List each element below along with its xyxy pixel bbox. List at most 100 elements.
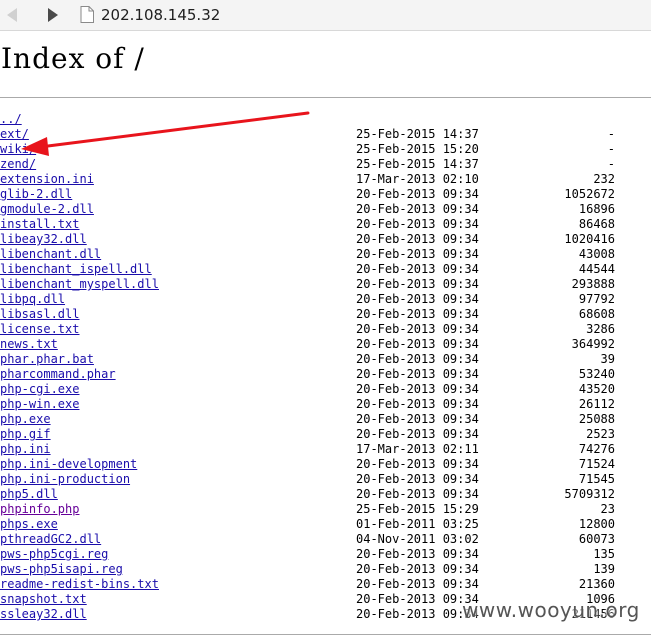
- file-link[interactable]: phps.exe: [0, 517, 58, 532]
- file-size: 97792: [578, 292, 615, 306]
- file-size: -: [607, 127, 615, 141]
- modified-date: 20-Feb-2013 09:34: [356, 352, 479, 366]
- file-link[interactable]: php.exe: [0, 412, 51, 427]
- file-size: 71545: [578, 472, 615, 486]
- page-title: Index of /: [1, 42, 145, 75]
- listing-row: gmodule-2.dll 20-Feb-2013 09:34 16896: [0, 202, 651, 217]
- listing-row: libenchant.dll 20-Feb-2013 09:34 43008: [0, 247, 651, 262]
- listing-row: php.exe 20-Feb-2013 09:34 25088: [0, 412, 651, 427]
- listing-row: license.txt 20-Feb-2013 09:34 3286: [0, 322, 651, 337]
- modified-date: 20-Feb-2013 09:34: [356, 232, 479, 246]
- file-link[interactable]: snapshot.txt: [0, 592, 87, 607]
- parent-directory-link[interactable]: ../: [0, 112, 22, 127]
- modified-date: 20-Feb-2013 09:34: [356, 397, 479, 411]
- file-size: 43520: [578, 382, 615, 396]
- listing-row: readme-redist-bins.txt 20-Feb-2013 09:34 2…: [0, 577, 651, 592]
- modified-date: 20-Feb-2013 09:34: [356, 427, 479, 441]
- file-link[interactable]: php5.dll: [0, 487, 58, 502]
- listing-row: php.ini-production 20-Feb-2013 09:34 71545: [0, 472, 651, 487]
- modified-date: 25-Feb-2015 14:37: [356, 127, 479, 141]
- file-link[interactable]: php.ini-development: [0, 457, 137, 472]
- modified-date: 20-Feb-2013 09:34: [356, 277, 479, 291]
- file-link[interactable]: pharcommand.phar: [0, 367, 116, 382]
- file-link[interactable]: glib-2.dll: [0, 187, 72, 202]
- file-link[interactable]: install.txt: [0, 217, 79, 232]
- page-icon: [80, 6, 94, 23]
- listing-row: libeay32.dll 20-Feb-2013 09:34 1020416: [0, 232, 651, 247]
- file-size: 232: [593, 172, 615, 186]
- file-link[interactable]: news.txt: [0, 337, 58, 352]
- file-size: 2523: [586, 427, 615, 441]
- file-size: 60073: [578, 532, 615, 546]
- listing-row: wiki/25-Feb-2015 15:20 -: [0, 142, 651, 157]
- file-link[interactable]: libeay32.dll: [0, 232, 87, 247]
- modified-date: 20-Feb-2013 09:34: [356, 247, 479, 261]
- file-link[interactable]: license.txt: [0, 322, 79, 337]
- file-link[interactable]: php.ini-production: [0, 472, 130, 487]
- modified-date: 20-Feb-2013 09:34: [356, 607, 479, 621]
- listing-row: libenchant_ispell.dll 20-Feb-2013 09:34 44…: [0, 262, 651, 277]
- back-button[interactable]: [3, 5, 23, 25]
- modified-date: 20-Feb-2013 09:34: [356, 202, 479, 216]
- file-size: 12800: [578, 517, 615, 531]
- file-link[interactable]: ext/: [0, 127, 29, 142]
- listing-row: phpinfo.php 25-Feb-2015 15:29 23: [0, 502, 651, 517]
- file-link[interactable]: php.ini: [0, 442, 51, 457]
- modified-date: 20-Feb-2013 09:34: [356, 337, 479, 351]
- file-link[interactable]: libenchant_ispell.dll: [0, 262, 152, 277]
- modified-date: 20-Feb-2013 09:34: [356, 592, 479, 606]
- file-link[interactable]: libenchant.dll: [0, 247, 101, 262]
- file-link[interactable]: extension.ini: [0, 172, 94, 187]
- file-link[interactable]: ssleay32.dll: [0, 607, 87, 622]
- file-link[interactable]: zend/: [0, 157, 36, 172]
- file-size: 293888: [571, 277, 615, 291]
- listing-row-parent: ../: [0, 112, 651, 127]
- listing-row: php.ini-development 20-Feb-2013 09:34 7152…: [0, 457, 651, 472]
- file-link[interactable]: libenchant_myspell.dll: [0, 277, 159, 292]
- modified-date: 20-Feb-2013 09:34: [356, 547, 479, 561]
- file-size: 364992: [571, 337, 615, 351]
- modified-date: 20-Feb-2013 09:34: [356, 367, 479, 381]
- modified-date: 25-Feb-2015 15:20: [356, 142, 479, 156]
- modified-date: 20-Feb-2013 09:34: [356, 187, 479, 201]
- directory-listing: ../ ext/25-Feb-2015 14:37- wiki/25-Feb-20…: [0, 112, 651, 622]
- file-link[interactable]: php.gif: [0, 427, 51, 442]
- file-link[interactable]: phar.phar.bat: [0, 352, 94, 367]
- file-size: 23: [600, 502, 615, 516]
- file-link[interactable]: pthreadGC2.dll: [0, 532, 101, 547]
- file-size: 53240: [578, 367, 615, 381]
- listing-row: php.ini 17-Mar-2013 02:11 74276: [0, 442, 651, 457]
- forward-arrow-icon: [48, 8, 58, 22]
- file-link[interactable]: phpinfo.php: [0, 502, 79, 517]
- listing-row: phar.phar.bat 20-Feb-2013 09:34 39: [0, 352, 651, 367]
- listing-row: glib-2.dll 20-Feb-2013 09:34 1052672: [0, 187, 651, 202]
- listing-row: extension.ini 17-Mar-2013 02:10 232: [0, 172, 651, 187]
- file-size: -: [607, 157, 615, 171]
- file-size: 3286: [586, 322, 615, 336]
- file-size: 1052672: [564, 187, 615, 201]
- file-link[interactable]: pws-php5cgi.reg: [0, 547, 108, 562]
- file-link[interactable]: readme-redist-bins.txt: [0, 577, 159, 592]
- file-link[interactable]: libpq.dll: [0, 292, 65, 307]
- modified-date: 17-Mar-2013 02:11: [356, 442, 479, 456]
- file-link[interactable]: php-win.exe: [0, 397, 79, 412]
- listing-row: php-cgi.exe 20-Feb-2013 09:34 43520: [0, 382, 651, 397]
- file-size: 16896: [578, 202, 615, 216]
- file-link[interactable]: php-cgi.exe: [0, 382, 79, 397]
- listing-row: libpq.dll 20-Feb-2013 09:34 97792: [0, 292, 651, 307]
- file-link[interactable]: libsasl.dll: [0, 307, 79, 322]
- file-link[interactable]: pws-php5isapi.reg: [0, 562, 123, 577]
- modified-date: 20-Feb-2013 09:34: [356, 262, 479, 276]
- listing-row: phps.exe 01-Feb-2011 03:25 12800: [0, 517, 651, 532]
- modified-date: 20-Feb-2013 09:34: [356, 487, 479, 501]
- listing-row: zend/25-Feb-2015 14:37 -: [0, 157, 651, 172]
- file-size: -: [607, 142, 615, 156]
- modified-date: 01-Feb-2011 03:25: [356, 517, 479, 531]
- forward-button[interactable]: [43, 5, 63, 25]
- file-size: 135: [593, 547, 615, 561]
- file-link[interactable]: wiki/: [0, 142, 36, 157]
- file-link[interactable]: gmodule-2.dll: [0, 202, 94, 217]
- browser-toolbar: 202.108.145.32: [0, 0, 651, 31]
- file-size: 25088: [578, 412, 615, 426]
- address-bar[interactable]: 202.108.145.32: [101, 5, 220, 25]
